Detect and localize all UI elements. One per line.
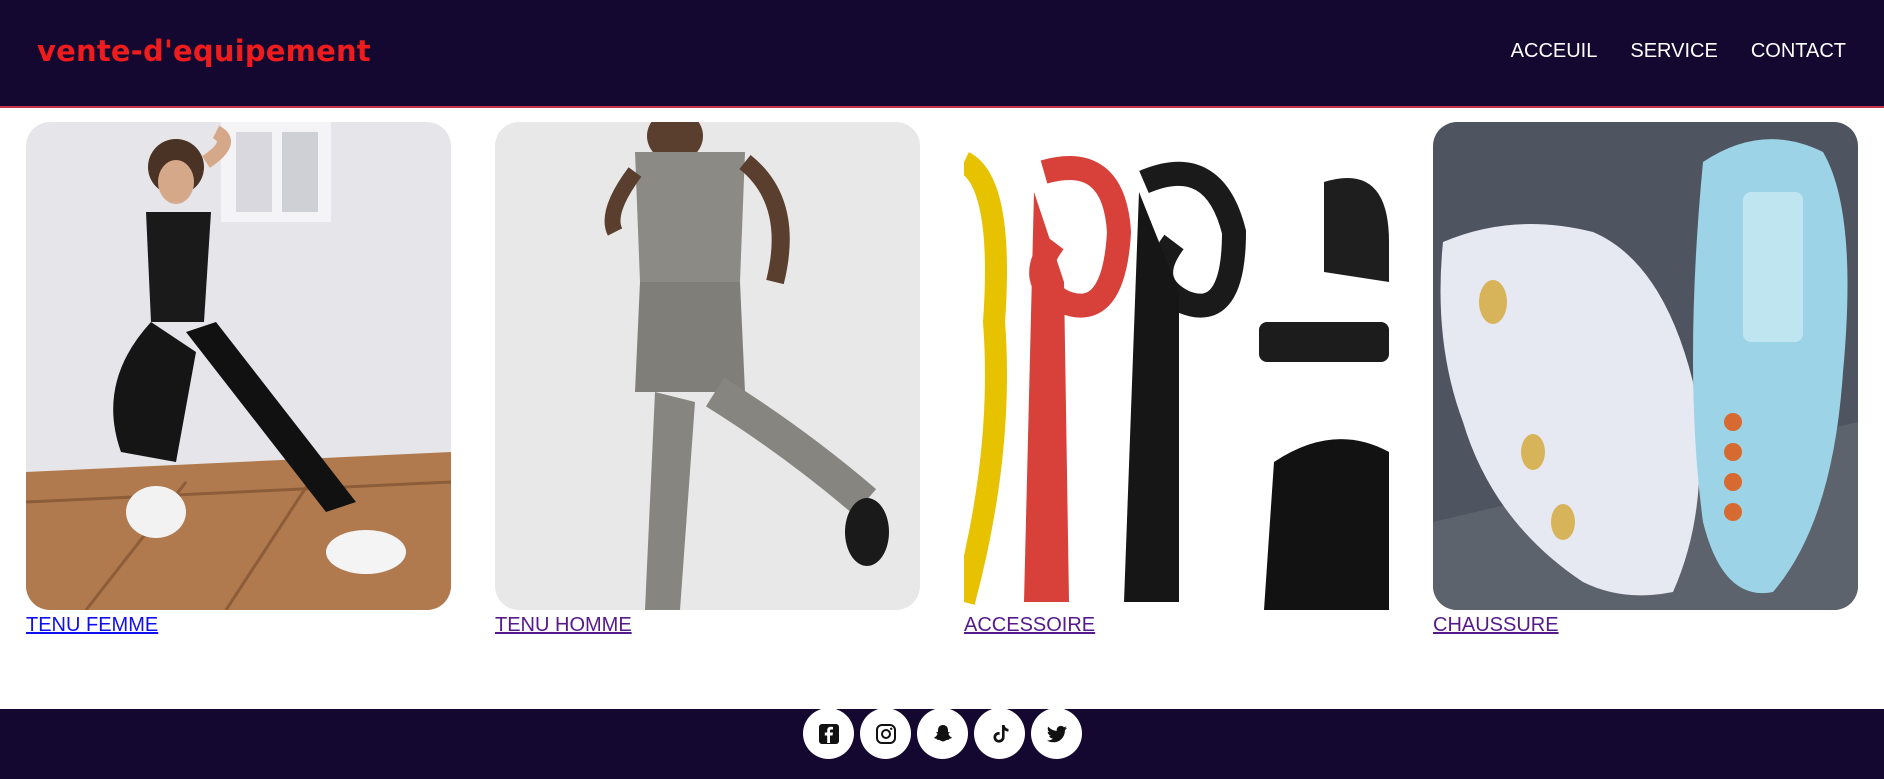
category-link-tenu-femme[interactable]: TENU FEMME	[26, 614, 158, 637]
category-image-accessoire[interactable]	[964, 122, 1389, 610]
nav-link-contact[interactable]: CONTACT	[1751, 40, 1846, 63]
twitter-link[interactable]	[1031, 708, 1082, 759]
man-running-photo	[495, 122, 920, 610]
facebook-link[interactable]	[803, 708, 854, 759]
site-header: vente-d'equipement ACCEUIL SERVICE CONTA…	[0, 0, 1884, 108]
tiktok-icon	[993, 724, 1008, 743]
snapchat-icon	[933, 724, 952, 741]
social-links	[803, 708, 1082, 759]
category-image-chaussure[interactable]	[1433, 122, 1858, 610]
sneakers-photo	[1433, 122, 1858, 610]
snapchat-link[interactable]	[917, 708, 968, 759]
twitter-icon	[1046, 725, 1067, 742]
brand-logo[interactable]: vente-d'equipement	[37, 34, 371, 68]
facebook-icon	[818, 723, 839, 744]
resistance-bands-photo	[964, 122, 1389, 610]
woman-athletic-photo	[26, 122, 451, 610]
instagram-icon	[875, 723, 896, 744]
category-link-chaussure[interactable]: CHAUSSURE	[1433, 614, 1559, 637]
category-image-tenu-homme[interactable]	[495, 122, 920, 610]
category-image-tenu-femme[interactable]	[26, 122, 451, 610]
nav-link-service[interactable]: SERVICE	[1630, 40, 1717, 63]
category-link-accessoire[interactable]: ACCESSOIRE	[964, 614, 1095, 637]
category-link-tenu-homme[interactable]: TENU HOMME	[495, 614, 632, 637]
tiktok-link[interactable]	[974, 708, 1025, 759]
instagram-link[interactable]	[860, 708, 911, 759]
nav-link-acceuil[interactable]: ACCEUIL	[1511, 40, 1598, 63]
main-nav: ACCEUIL SERVICE CONTACT	[1511, 40, 1846, 63]
